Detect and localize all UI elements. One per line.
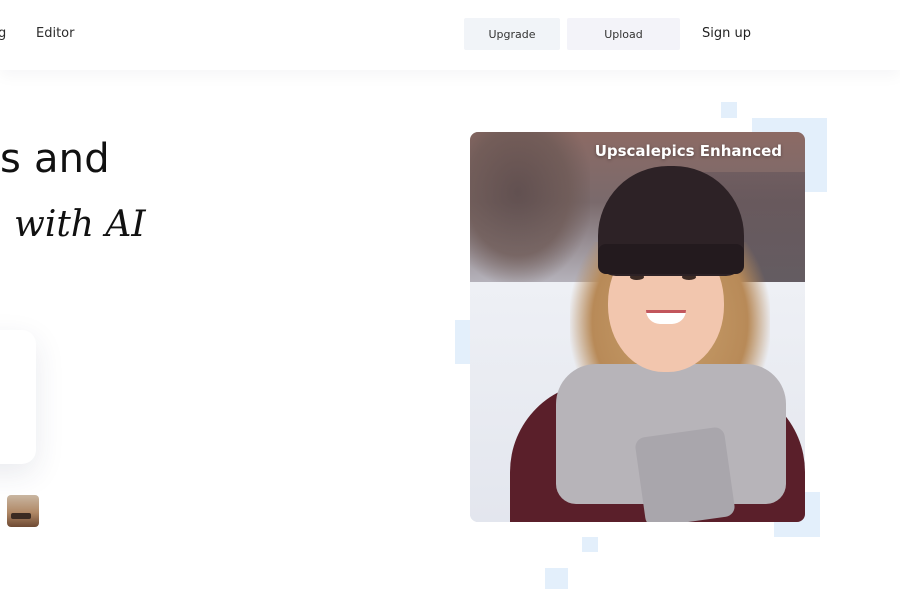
top-navigation-bar: g Editor Upgrade Upload Sign up — [0, 0, 900, 70]
upgrade-button[interactable]: Upgrade — [464, 18, 560, 50]
hero-headline-script: with AI — [14, 204, 146, 245]
nav-link-truncated[interactable]: g — [0, 26, 6, 41]
decorative-square — [721, 102, 737, 118]
photo-subject — [598, 244, 744, 274]
upload-button[interactable]: Upload — [567, 18, 680, 50]
signup-link[interactable]: Sign up — [702, 26, 751, 41]
enhanced-label: Upscalepics Enhanced — [594, 142, 782, 160]
photo-subject — [634, 426, 736, 522]
hero-headline: s and — [0, 136, 110, 182]
enhanced-photo-preview: Upscalepics Enhanced — [470, 132, 805, 522]
decorative-square — [545, 568, 568, 589]
sample-image-thumbnail[interactable] — [7, 495, 39, 527]
decorative-square — [582, 537, 598, 552]
nav-link-editor[interactable]: Editor — [36, 26, 74, 41]
upload-card[interactable] — [0, 330, 36, 464]
